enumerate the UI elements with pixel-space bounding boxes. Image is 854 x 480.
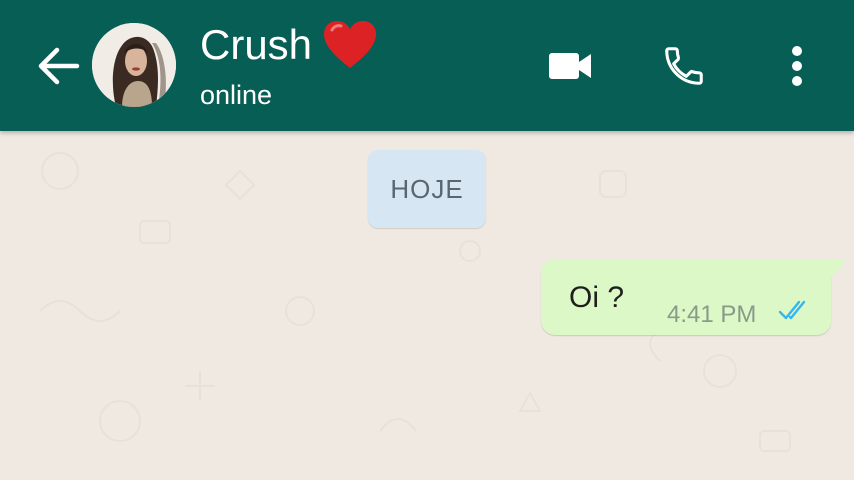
double-check-read-icon	[778, 300, 806, 320]
message-area[interactable]: HOJE Oi ? 4:41 PM	[0, 131, 854, 480]
phone-icon	[665, 47, 703, 85]
heart-icon	[324, 21, 376, 68]
date-divider: HOJE	[368, 150, 486, 228]
avatar-photo	[92, 23, 176, 107]
contact-status: online	[200, 80, 273, 110]
chat-screen: Crush online HOJE Oi ? 4:41 PM	[0, 0, 854, 480]
bubble-tail	[829, 259, 847, 279]
message-time: 4:41 PM	[667, 301, 757, 328]
contact-avatar[interactable]	[92, 23, 176, 107]
arrow-left-icon	[38, 47, 80, 85]
voice-call-button[interactable]	[656, 38, 712, 94]
message-text: Oi ?	[569, 281, 625, 314]
more-vertical-icon	[792, 46, 802, 86]
more-options-button[interactable]	[776, 38, 818, 94]
contact-name[interactable]: Crush	[200, 22, 312, 68]
chat-header: Crush online	[0, 0, 854, 131]
video-camera-icon	[549, 53, 591, 79]
date-label: HOJE	[390, 173, 464, 204]
back-button[interactable]	[30, 40, 86, 92]
outgoing-message-bubble[interactable]: Oi ? 4:41 PM	[541, 259, 831, 335]
video-call-button[interactable]	[542, 40, 598, 92]
